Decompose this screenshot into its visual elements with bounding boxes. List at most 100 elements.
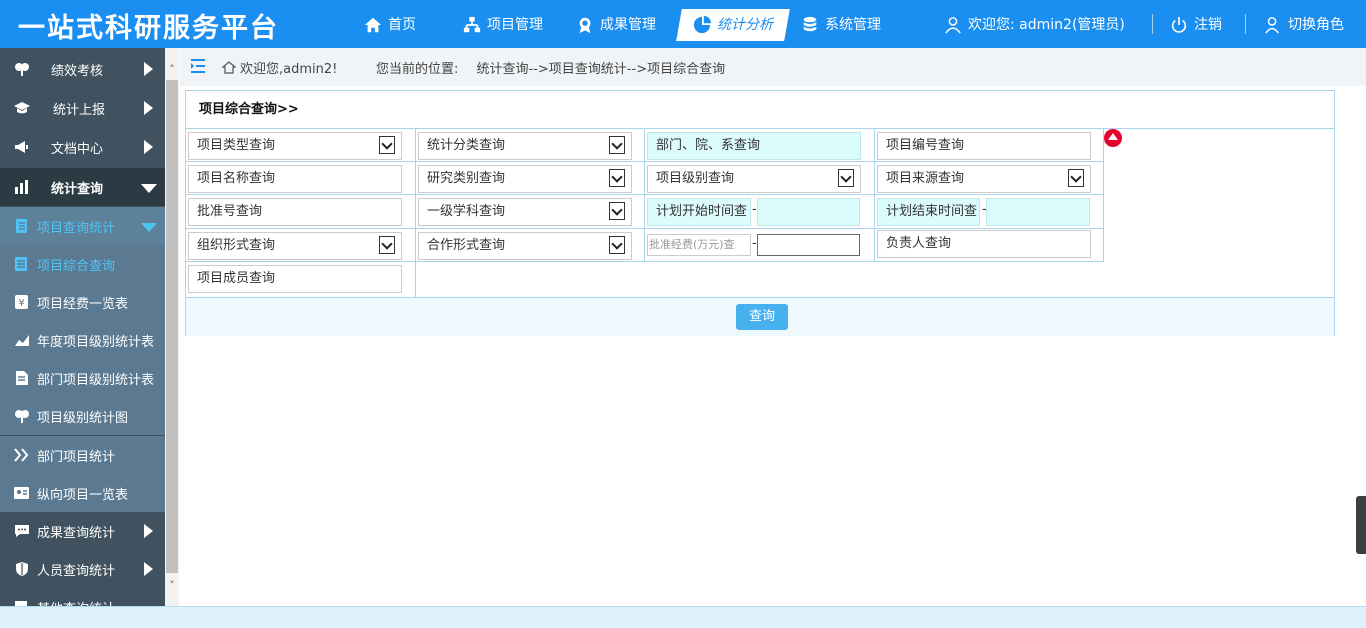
stat-category-select[interactable]: 统计分类查询	[418, 132, 632, 160]
select-value: 统计分类查询	[427, 138, 506, 153]
project-level-select[interactable]: 项目级别查询	[647, 165, 861, 193]
sidebar-item-label: 统计上报	[53, 102, 106, 118]
plan-start-from-input[interactable]: 计划开始时间查	[647, 198, 751, 226]
form-cell: 项目来源查询	[875, 162, 1104, 195]
sidebar-item-label: 项目级别统计图	[37, 410, 129, 426]
chevron-down-icon	[609, 202, 625, 220]
chevron-down-icon	[838, 169, 854, 187]
select-value: 合作形式查询	[427, 238, 506, 253]
footer-bar	[0, 606, 1366, 628]
leader-input[interactable]: 负责人查询	[877, 230, 1091, 258]
scroll-down-icon[interactable]: ˅	[166, 580, 178, 592]
graduation-cap-icon	[14, 102, 30, 114]
welcome-text: 欢迎您,admin2!	[222, 58, 337, 77]
select-value: 组织形式查询	[197, 238, 276, 253]
sidebar-item-annual-level-table[interactable]: 年度项目级别统计表	[0, 321, 165, 359]
plan-end-from-input[interactable]: 计划结束时间查	[877, 198, 980, 226]
select-value: 一级学科查询	[427, 204, 506, 219]
chevron-right-icon	[144, 62, 153, 76]
sidebar-item-project-query-stat[interactable]: 项目查询统计	[0, 207, 165, 245]
member-input[interactable]: 项目成员查询	[188, 265, 402, 293]
side-widget[interactable]	[1356, 496, 1366, 554]
sidebar: 绩效考核 统计上报 文档中心 统计查询 项目查询统计 项目综合查询 ¥ 项目经费…	[0, 48, 165, 606]
funding-to-input[interactable]	[757, 234, 860, 256]
project-name-input[interactable]: 项目名称查询	[188, 165, 402, 193]
sidebar-item-personnel-query[interactable]: 人员查询统计	[0, 550, 165, 588]
user-welcome-label: 欢迎您: admin2(管理员)	[968, 17, 1125, 33]
sidebar-item-funding-list[interactable]: ¥ 项目经费一览表	[0, 283, 165, 321]
plan-start-to-input[interactable]	[757, 198, 860, 226]
project-no-input[interactable]: 项目编号查询	[877, 132, 1091, 160]
sidebar-item-achievement-query[interactable]: 成果查询统计	[0, 512, 165, 550]
nav-home[interactable]: 首页	[364, 10, 416, 40]
form-cell: 负责人查询	[875, 229, 1104, 262]
coop-form-select[interactable]: 合作形式查询	[418, 232, 632, 260]
chevron-right-icon	[144, 562, 153, 576]
sidebar-item-vertical-project-list[interactable]: 纵向项目一览表	[0, 474, 165, 512]
form-cell: 项目类型查询	[186, 129, 416, 162]
form-cell: 批准号查询	[186, 195, 416, 229]
sidebar-item-label: 人员查询统计	[37, 563, 116, 579]
nav-achievement-management[interactable]: 成果管理	[576, 10, 656, 40]
form-cell: 项目编号查询	[875, 129, 1104, 162]
chevron-down-icon	[1068, 169, 1084, 187]
nav-system-management[interactable]: 系统管理	[801, 10, 881, 40]
chevron-down-icon	[609, 236, 625, 254]
plan-end-to-input[interactable]	[986, 198, 1090, 226]
logout-button[interactable]: 注销	[1170, 10, 1222, 40]
tree-icon	[15, 410, 29, 423]
range-dash: -	[752, 236, 757, 251]
org-form-select[interactable]: 组织形式查询	[188, 232, 402, 260]
sidebar-item-docs[interactable]: 文档中心	[0, 128, 165, 166]
select-value: 项目来源查询	[886, 171, 965, 186]
tree-icon	[15, 63, 29, 76]
sidebar-item-label: 项目查询统计	[37, 220, 116, 236]
sidebar-item-performance[interactable]: 绩效考核	[0, 50, 165, 88]
breadcrumb-bar: 欢迎您,admin2! 您当前的位置: 统计查询-->项目查询统计-->项目综合…	[180, 48, 1366, 86]
switch-role-button[interactable]: 切换角色	[1264, 10, 1344, 40]
nav-system-management-label: 系统管理	[825, 17, 881, 33]
query-button[interactable]: 查询	[736, 304, 788, 330]
nav-statistics-analysis[interactable]: 统计分析	[676, 9, 790, 41]
sidebar-item-dept-project-stat[interactable]: 部门项目统计	[0, 436, 165, 474]
discipline-select[interactable]: 一级学科查询	[418, 198, 632, 226]
sidebar-item-label: 成果查询统计	[37, 525, 116, 541]
approval-no-input[interactable]: 批准号查询	[188, 198, 402, 226]
input-placeholder: 项目名称查询	[197, 171, 276, 186]
nav-achievement-management-label: 成果管理	[600, 17, 656, 33]
header-divider	[1245, 14, 1246, 34]
chevron-down-icon	[609, 136, 625, 154]
chevron-right-icon	[144, 524, 153, 538]
sidebar-item-project-comprehensive-query[interactable]: 项目综合查询	[0, 245, 165, 283]
department-input[interactable]: 部门、院、系查询	[647, 132, 861, 160]
chevron-down-icon	[379, 236, 395, 254]
nav-project-management-label: 项目管理	[487, 17, 543, 33]
home-icon	[364, 17, 382, 33]
select-value: 项目级别查询	[656, 171, 735, 186]
sidebar-scrollbar[interactable]: ˄ ˅	[165, 48, 179, 606]
file-icon	[16, 371, 28, 385]
collapse-icon[interactable]	[1104, 129, 1122, 147]
scroll-up-icon[interactable]: ˄	[166, 64, 178, 76]
menu-toggle-icon[interactable]	[190, 59, 206, 73]
project-type-select[interactable]: 项目类型查询	[188, 132, 402, 160]
input-placeholder: 批准经费(万元)查	[649, 238, 735, 251]
user-welcome[interactable]: 欢迎您: admin2(管理员)	[944, 10, 1125, 40]
sidebar-item-stat-query[interactable]: 统计查询	[0, 168, 165, 206]
scrollbar-thumb[interactable]	[166, 80, 178, 573]
action-row: 查询	[186, 297, 1334, 336]
sidebar-item-report[interactable]: 统计上报	[0, 89, 165, 127]
input-placeholder: 负责人查询	[886, 236, 952, 251]
form-cell: 研究类别查询	[416, 162, 645, 195]
panel-title: 项目综合查询>>	[186, 91, 1334, 129]
nav-project-management[interactable]: 项目管理	[463, 10, 543, 40]
top-header: 一站式科研服务平台 首页 项目管理 成果管理 统计分析 系统管理 欢迎您: ad…	[0, 0, 1366, 48]
project-source-select[interactable]: 项目来源查询	[877, 165, 1091, 193]
sidebar-item-dept-level-table[interactable]: 部门项目级别统计表	[0, 359, 165, 397]
sidebar-item-level-chart[interactable]: 项目级别统计图	[0, 397, 165, 435]
research-type-select[interactable]: 研究类别查询	[418, 165, 632, 193]
funding-from-input[interactable]: 批准经费(万元)查	[647, 234, 751, 256]
sidebar-item-other-query[interactable]: 其他查询统计	[0, 588, 165, 606]
nav-home-label: 首页	[388, 17, 416, 33]
select-value: 研究类别查询	[427, 171, 506, 186]
